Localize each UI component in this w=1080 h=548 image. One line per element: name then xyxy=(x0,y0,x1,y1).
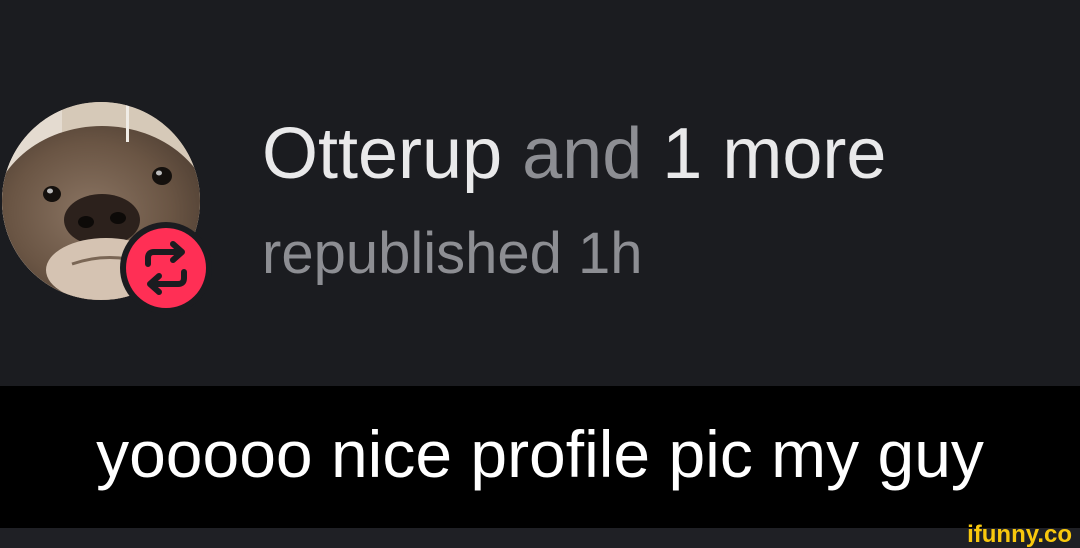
repost-arrows-icon xyxy=(145,241,187,295)
footer-strip: ifunny.co xyxy=(0,522,1080,548)
caption-bar: yooooo nice profile pic my guy xyxy=(0,386,1080,528)
republishers-line: Otterup and 1 more xyxy=(262,108,886,200)
timestamp: 1h xyxy=(578,221,643,286)
author-name[interactable]: Otterup xyxy=(262,114,502,194)
repost-notification: Otterup and 1 more republished 1h xyxy=(0,0,1080,386)
connector-text: and xyxy=(522,114,643,194)
action-text: republished xyxy=(262,221,562,286)
repost-badge xyxy=(120,222,212,314)
meme-caption: yooooo nice profile pic my guy xyxy=(96,417,984,491)
others-count[interactable]: 1 more xyxy=(662,114,886,194)
meme-image: Otterup and 1 more republished 1h yooooo… xyxy=(0,0,1080,548)
action-line: republished 1h xyxy=(262,214,643,294)
watermark-logo: ifunny.co xyxy=(967,521,1072,548)
